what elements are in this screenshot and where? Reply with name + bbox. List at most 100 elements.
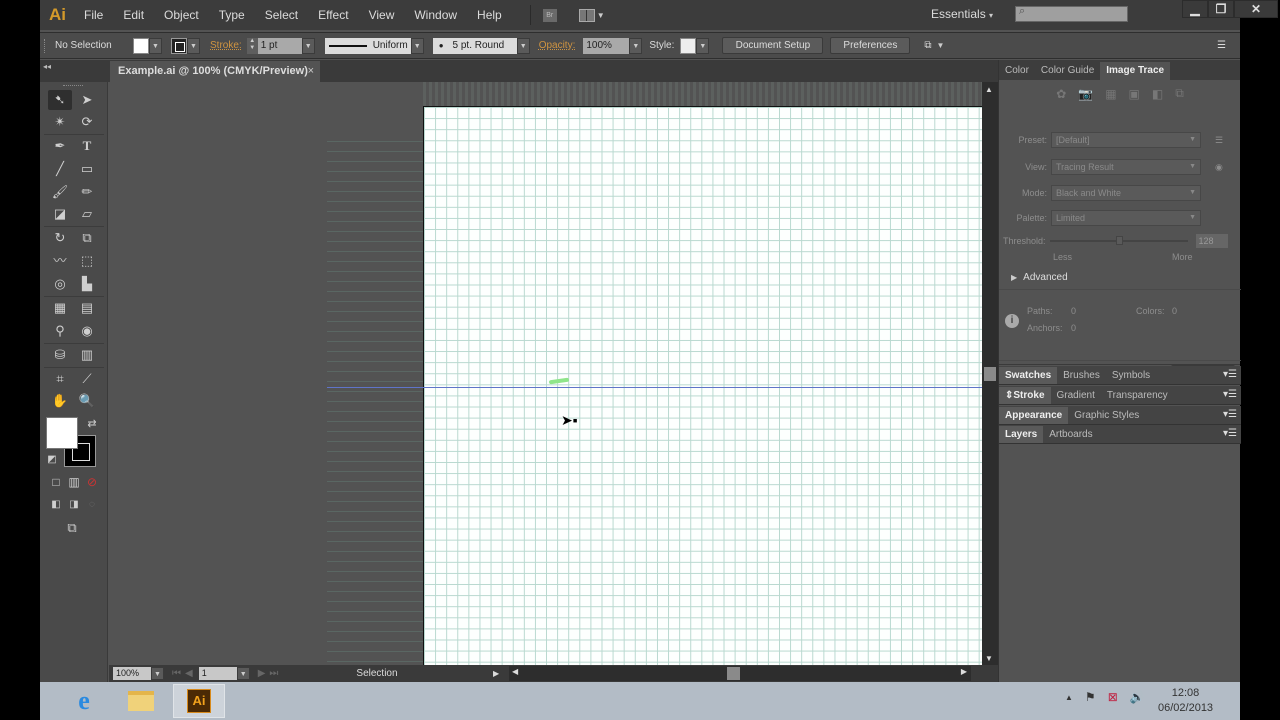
action-center-flag-icon[interactable]: ⚑	[1085, 690, 1096, 704]
draw-inside-icon[interactable]: ◌	[80, 495, 104, 515]
stroke-swatch[interactable]	[171, 37, 187, 54]
menu-edit[interactable]: Edit	[123, 8, 144, 22]
lasso-tool-icon[interactable]: ⟳	[75, 112, 99, 132]
mode-select[interactable]: Black and White	[1051, 185, 1201, 201]
minimize-button[interactable]: ▁	[1182, 0, 1208, 18]
auto-color-icon[interactable]: ✿	[1056, 87, 1066, 101]
tab-brushes[interactable]: Brushes	[1057, 367, 1106, 384]
expand-advanced-icon[interactable]: ▶	[1011, 273, 1017, 282]
pen-tool-icon[interactable]: ✒	[48, 136, 72, 156]
last-artboard-icon[interactable]: ⏭	[269, 668, 278, 679]
grip-handle[interactable]	[63, 85, 83, 87]
stroke-label[interactable]: Stroke:	[210, 40, 242, 51]
tab-layers[interactable]: Layers	[999, 425, 1044, 443]
workspace-switcher[interactable]: Essentials ▾	[931, 7, 993, 21]
prev-artboard-icon[interactable]: ◀	[185, 668, 193, 679]
document-setup-button[interactable]: Document Setup	[722, 37, 824, 54]
variable-width-profile[interactable]: Uniform	[324, 37, 411, 54]
horizontal-scroll-thumb[interactable]	[727, 667, 740, 680]
tab-symbols[interactable]: Symbols	[1106, 367, 1156, 384]
style-dropdown[interactable]: ▼	[696, 37, 710, 54]
artboard-dropdown[interactable]: ▼	[236, 667, 250, 680]
stroke-weight-dropdown[interactable]: ▼	[301, 37, 315, 54]
gradient-tool-icon[interactable]: ▤	[75, 298, 99, 318]
preferences-button[interactable]: Preferences	[830, 37, 911, 54]
system-clock[interactable]: 12:08 06/02/2013	[1158, 686, 1213, 716]
volume-icon[interactable]: 🔊	[1130, 690, 1145, 704]
close-tab-icon[interactable]: ×	[308, 61, 314, 82]
align-to-icon[interactable]: ⧉	[924, 40, 931, 51]
zoom-dropdown[interactable]: ▼	[151, 667, 164, 680]
artboard-number-field[interactable]: 1	[198, 667, 237, 680]
restore-button[interactable]: ❐	[1208, 0, 1234, 18]
status-menu-icon[interactable]: ▶	[493, 669, 499, 678]
bridge-button[interactable]: Br	[542, 8, 557, 22]
network-error-icon[interactable]: ⊠	[1108, 690, 1118, 704]
none-mode-icon[interactable]: ⊘	[80, 472, 104, 492]
taskbar-illustrator[interactable]: Ai	[173, 684, 225, 718]
tab-artboards[interactable]: Artboards	[1043, 426, 1098, 443]
type-tool-icon[interactable]: T	[75, 136, 99, 156]
symbol-sprayer-tool-icon[interactable]: ⛁	[48, 345, 72, 365]
panel-menu-icon[interactable]: ☰	[1217, 40, 1226, 51]
panel-menu-icon[interactable]: ▾☰	[1223, 369, 1237, 380]
artboard-tool-icon[interactable]: ⌗	[48, 369, 72, 389]
shape-builder-tool-icon[interactable]: ◎	[48, 274, 72, 294]
grayscale-icon[interactable]: ▣	[1129, 87, 1140, 101]
menu-window[interactable]: Window	[414, 8, 457, 22]
graphic-style-swatch[interactable]	[680, 37, 697, 54]
vertical-scrollbar[interactable]: ▲ ▼	[982, 82, 998, 665]
menu-effect[interactable]: Effect	[318, 8, 348, 22]
mesh-tool-icon[interactable]: ▦	[48, 298, 72, 318]
slice-tool-icon[interactable]: ⟋	[75, 369, 99, 389]
warp-tool-icon[interactable]: 〰	[48, 251, 72, 271]
tab-image-trace[interactable]: Image Trace	[1100, 62, 1171, 80]
next-artboard-icon[interactable]: ▶	[258, 668, 266, 679]
arrange-documents-button[interactable]: ▼	[578, 8, 605, 22]
menu-object[interactable]: Object	[164, 8, 199, 22]
opacity-field[interactable]: 100%	[583, 37, 630, 54]
selection-tool-icon[interactable]: ➷	[48, 90, 72, 110]
eye-icon[interactable]: ◉	[1215, 162, 1223, 173]
tab-transparency[interactable]: Transparency	[1101, 387, 1174, 404]
pencil-tool-icon[interactable]: ✏	[75, 182, 99, 202]
search-help-input[interactable]: ⌕	[1015, 5, 1128, 22]
menu-select[interactable]: Select	[265, 8, 298, 22]
rotate-tool-icon[interactable]: ↻	[48, 228, 72, 248]
horizontal-scrollbar[interactable]: ◀ ▶	[509, 666, 971, 681]
eyedropper-tool-icon[interactable]: ⚲	[48, 321, 72, 341]
tab-document[interactable]: Example.ai @ 100% (CMYK/Preview) ×	[110, 61, 320, 82]
menu-view[interactable]: View	[369, 8, 395, 22]
tab-gradient[interactable]: Gradient	[1051, 387, 1101, 404]
perspective-grid-tool-icon[interactable]: ▙	[75, 274, 99, 294]
tab-color[interactable]: Color	[999, 62, 1035, 80]
scroll-down-icon[interactable]: ▼	[985, 654, 993, 663]
zoom-level-field[interactable]: 100%	[113, 667, 151, 680]
high-color-icon[interactable]: 📷	[1078, 87, 1093, 101]
panel-menu-icon[interactable]: ▾☰	[1223, 389, 1237, 400]
menu-type[interactable]: Type	[219, 8, 245, 22]
outline-icon[interactable]: ⧉	[1175, 86, 1184, 101]
opacity-dropdown[interactable]: ▼	[629, 37, 643, 54]
stroke-weight-field[interactable]: 1 pt	[257, 37, 302, 54]
chevron-down-icon[interactable]: ▼	[937, 41, 945, 50]
hand-tool-icon[interactable]: ✋	[48, 391, 72, 411]
tab-graphic-styles[interactable]: Graphic Styles	[1068, 407, 1145, 424]
brush-definition[interactable]: ● 5 pt. Round	[432, 37, 517, 54]
tab-appearance[interactable]: Appearance	[999, 406, 1069, 424]
preset-select[interactable]: [Default]	[1051, 132, 1201, 148]
zoom-tool-icon[interactable]: 🔍	[75, 391, 99, 411]
view-select[interactable]: Tracing Result	[1051, 159, 1201, 175]
column-graph-tool-icon[interactable]: ▥	[75, 345, 99, 365]
fill-color-box[interactable]	[46, 417, 78, 449]
menu-file[interactable]: File	[84, 8, 103, 22]
artboard[interactable]	[423, 106, 982, 665]
tab-stroke[interactable]: ⇕Stroke	[999, 386, 1051, 404]
advanced-toggle[interactable]: Advanced	[1023, 272, 1067, 283]
taskbar-internet-explorer[interactable]: e	[58, 684, 110, 718]
first-artboard-icon[interactable]: ⏮	[172, 668, 181, 679]
paintbrush-tool-icon[interactable]: 🖌	[48, 182, 72, 202]
swap-fill-stroke-icon[interactable]: ⇄	[80, 414, 104, 434]
threshold-slider-handle[interactable]	[1115, 236, 1123, 245]
free-transform-tool-icon[interactable]: ⬚	[75, 251, 99, 271]
